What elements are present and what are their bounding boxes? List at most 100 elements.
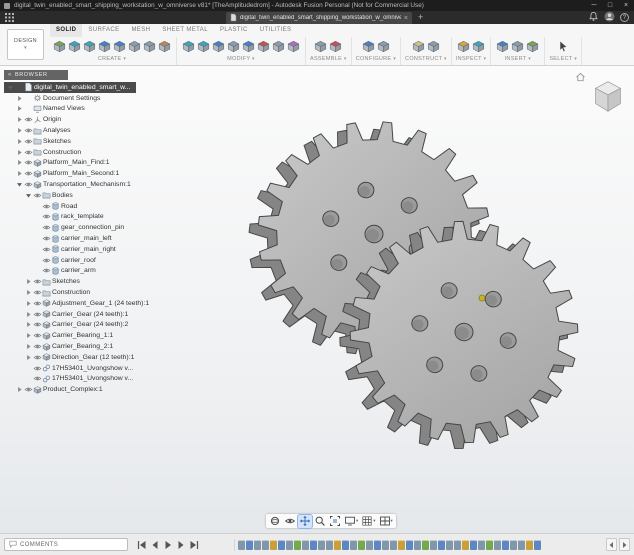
visibility-eye-icon[interactable]	[33, 288, 42, 297]
offset-plane-icon[interactable]	[411, 39, 426, 54]
visibility-eye-icon[interactable]	[42, 212, 51, 221]
expand-arrow-icon[interactable]	[15, 386, 24, 393]
skip-to-end-button[interactable]	[188, 538, 200, 551]
visibility-eye-icon[interactable]	[24, 137, 33, 146]
expand-arrow-icon[interactable]	[15, 149, 24, 156]
visibility-eye-icon[interactable]	[33, 320, 42, 329]
visibility-eye-icon[interactable]	[24, 148, 33, 157]
expand-arrow-icon[interactable]	[24, 311, 33, 318]
browser-tree-item[interactable]: 17H53401_Uvongshow v...	[4, 363, 139, 374]
maximize-button[interactable]: □	[602, 0, 618, 11]
ribbon-group-label[interactable]: CONSTRUCT ▾	[405, 56, 447, 62]
revolve-icon[interactable]	[82, 39, 97, 54]
visibility-eye-icon[interactable]	[24, 169, 33, 178]
ribbon-tab-sheet-metal[interactable]: SHEET METAL	[156, 24, 214, 37]
browser-tree-item[interactable]: Document Settings	[4, 93, 106, 104]
zoom-button[interactable]	[313, 515, 327, 528]
browser-tree-item[interactable]: Road	[4, 201, 83, 212]
ribbon-group-label[interactable]: SELECT ▾	[549, 56, 577, 62]
browser-tree-item[interactable]: carrier_main_left	[4, 233, 118, 244]
extrude-icon[interactable]	[67, 39, 82, 54]
expand-arrow-icon[interactable]	[24, 289, 33, 296]
ribbon-tab-solid[interactable]: SOLID	[50, 24, 82, 37]
timeline-feature-icon[interactable]	[422, 540, 429, 550]
help-icon[interactable]: ?	[620, 13, 629, 22]
timeline-scroll-right-button[interactable]	[619, 538, 630, 551]
timeline-feature-icon[interactable]	[350, 540, 357, 550]
expand-arrow-icon[interactable]	[15, 105, 24, 112]
create-sketch-icon[interactable]	[52, 39, 67, 54]
ribbon-group-label[interactable]: INSERT ▾	[505, 56, 531, 62]
split-body-icon[interactable]	[256, 39, 271, 54]
visibility-eye-icon[interactable]	[42, 245, 51, 254]
visibility-eye-icon[interactable]	[24, 158, 33, 167]
timeline-feature-icon[interactable]	[278, 540, 285, 550]
notifications-bell-icon[interactable]	[588, 11, 599, 24]
visibility-eye-icon[interactable]	[33, 299, 42, 308]
timeline-feature-icon[interactable]	[526, 540, 533, 550]
ribbon-group-label[interactable]: MODIFY ▾	[227, 56, 255, 62]
decal-icon[interactable]	[510, 39, 525, 54]
workspace-selector[interactable]: DESIGN ▾	[7, 29, 44, 60]
ribbon-group-label[interactable]: INSPECT ▾	[456, 56, 486, 62]
timeline-feature-icon[interactable]	[478, 540, 485, 550]
align-icon[interactable]	[271, 39, 286, 54]
ribbon-group-label[interactable]: CONFIGURE ▾	[356, 56, 396, 62]
ribbon-tab-mesh[interactable]: MESH	[125, 24, 156, 37]
browser-tree-item[interactable]: Transportation_Mechanism:1	[4, 179, 137, 190]
ribbon-group-label[interactable]: ASSEMBLE ▾	[310, 56, 347, 62]
shell-icon[interactable]	[211, 39, 226, 54]
timeline-feature-icon[interactable]	[486, 540, 493, 550]
measure-icon[interactable]	[456, 39, 471, 54]
ribbon-group-label[interactable]: CREATE ▾	[98, 56, 126, 62]
timeline-feature-icon[interactable]	[446, 540, 453, 550]
joint-origin-marker[interactable]	[479, 295, 485, 301]
expand-arrow-icon[interactable]	[24, 321, 33, 328]
timeline-feature-icon[interactable]	[342, 540, 349, 550]
visibility-eye-icon[interactable]	[42, 256, 51, 265]
step-back-button[interactable]	[149, 538, 161, 551]
select-icon[interactable]	[556, 39, 571, 54]
timeline-feature-icon[interactable]	[470, 540, 477, 550]
expand-arrow-icon[interactable]	[15, 159, 24, 166]
pan-button[interactable]	[298, 515, 312, 528]
timeline-feature-icon[interactable]	[286, 540, 293, 550]
visibility-eye-icon[interactable]	[33, 342, 42, 351]
timeline-feature-icon[interactable]	[518, 540, 525, 550]
expand-arrow-icon[interactable]	[15, 181, 24, 188]
browser-tree-item[interactable]: Platform_Main_Find:1	[4, 158, 116, 169]
expand-arrow-icon[interactable]	[15, 95, 24, 102]
browser-tree-item[interactable]: Construction	[4, 147, 87, 158]
thread-icon[interactable]	[157, 39, 172, 54]
loft-icon[interactable]	[112, 39, 127, 54]
timeline-feature-icon[interactable]	[430, 540, 437, 550]
expand-arrow-icon[interactable]	[15, 138, 24, 145]
browser-tree-item[interactable]: gear_connection_pin	[4, 222, 130, 233]
view-cube[interactable]	[587, 74, 629, 118]
insert-mesh-icon[interactable]	[525, 39, 540, 54]
comments-button[interactable]: COMMENTS	[4, 538, 128, 551]
close-button[interactable]: ×	[618, 0, 634, 11]
ribbon-tab-utilities[interactable]: UTILITIES	[254, 24, 298, 37]
visibility-eye-icon[interactable]	[24, 115, 33, 124]
browser-tree-item[interactable]: digital_twin_enabled_smart_w...	[4, 82, 136, 93]
expand-arrow-icon[interactable]	[24, 343, 33, 350]
configuration-table-icon[interactable]	[376, 39, 391, 54]
browser-tree-item[interactable]: 17H53401_Uvongshow v...	[4, 374, 139, 385]
visibility-eye-icon[interactable]	[42, 202, 51, 211]
expand-arrow-icon[interactable]	[24, 332, 33, 339]
expand-arrow-icon[interactable]	[15, 170, 24, 177]
timeline-feature-icon[interactable]	[334, 540, 341, 550]
collapse-browser-icon[interactable]: «	[8, 72, 12, 78]
browser-tree-item[interactable]: Sketches	[4, 136, 77, 147]
expand-arrow-icon[interactable]	[24, 278, 33, 285]
browser-tree-item[interactable]: carrier_arm	[4, 266, 102, 277]
user-avatar[interactable]	[604, 11, 615, 24]
look-at-button[interactable]	[283, 515, 297, 528]
browser-tree-item[interactable]: Direction_Gear (12 teeth):1	[4, 352, 140, 363]
visibility-eye-icon[interactable]	[33, 353, 42, 362]
visibility-eye-icon[interactable]	[33, 277, 42, 286]
visibility-eye-icon[interactable]	[33, 364, 42, 373]
step-forward-button[interactable]	[175, 538, 187, 551]
close-tab-icon[interactable]: ×	[404, 15, 408, 22]
